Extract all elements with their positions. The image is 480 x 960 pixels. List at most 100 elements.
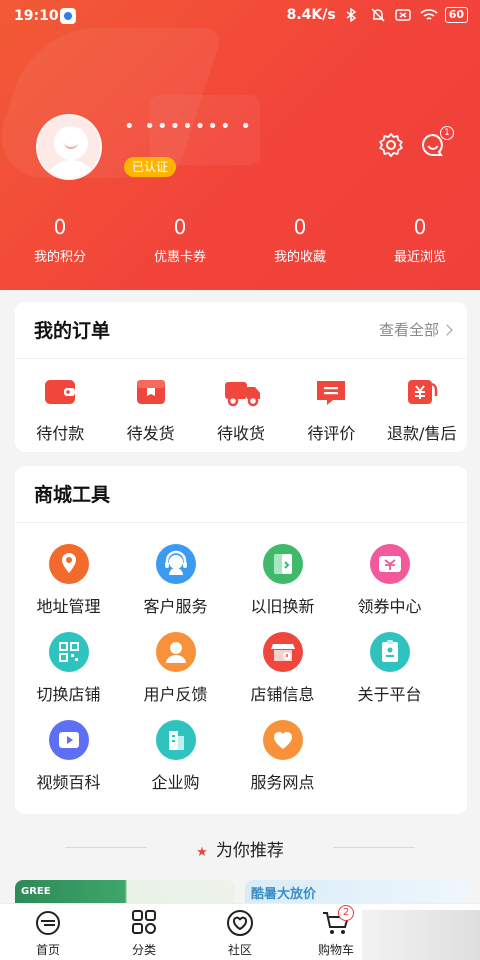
order-label: 待付款 <box>36 424 85 443</box>
tool-label: 地址管理 <box>36 597 101 616</box>
stat-label: 我的积分 <box>33 250 86 265</box>
stat-label: 我的收藏 <box>273 250 326 265</box>
tool-trade-in[interactable]: 以旧换新 <box>229 544 336 632</box>
tool-customer-service[interactable]: 客户服务 <box>122 544 229 632</box>
stat-label: 优惠卡券 <box>153 250 206 265</box>
see-all-orders-link[interactable]: 查看全部 <box>378 319 453 340</box>
mute-icon <box>370 8 386 22</box>
tool-label: 视频百科 <box>36 773 101 792</box>
tool-about[interactable]: 关于平台 <box>336 632 443 720</box>
message-smile-icon[interactable]: 1 <box>420 126 454 160</box>
status-time: 19:10 <box>14 8 59 24</box>
tool-label: 切换店铺 <box>36 685 101 704</box>
settings-gear-icon[interactable] <box>378 132 406 160</box>
overlay-shade <box>362 910 480 960</box>
tab-community[interactable]: 社区 <box>192 904 288 960</box>
order-pending-shipment[interactable]: 待发货 <box>105 376 195 444</box>
tool-video-wiki[interactable]: 视频百科 <box>15 720 122 808</box>
divider <box>15 522 467 523</box>
chevron-right-icon <box>441 323 453 336</box>
building-icon <box>155 720 196 760</box>
see-all-label: 查看全部 <box>378 321 439 339</box>
tool-label: 关于平台 <box>357 685 422 704</box>
coupon-icon <box>369 544 410 584</box>
comment-icon <box>313 376 349 408</box>
tool-label: 用户反馈 <box>143 685 208 704</box>
tab-category[interactable]: 分类 <box>96 904 192 960</box>
stat-coupons[interactable]: 0 优惠卡券 <box>120 214 240 265</box>
video-icon <box>48 720 89 760</box>
avatar[interactable] <box>36 114 102 180</box>
refund-icon <box>404 376 440 408</box>
tool-label: 企业购 <box>151 773 200 792</box>
tool-enterprise[interactable]: 企业购 <box>122 720 229 808</box>
stat-value: 0 <box>293 215 307 239</box>
battery-indicator: 60 <box>444 7 468 23</box>
product-banner[interactable]: GREE <box>15 880 235 905</box>
tool-coupon-center[interactable]: 领券中心 <box>336 544 443 632</box>
my-orders-card: 我的订单 查看全部 待付款 待发货 待收货 待评价 退款/售后 <box>15 302 467 452</box>
message-badge: 1 <box>440 126 454 140</box>
tool-address[interactable]: 地址管理 <box>15 544 122 632</box>
profile-header: 19:10 8.4K/s 60 • ••••••• • 已认证 1 0 我的积分… <box>0 0 480 290</box>
stat-value: 0 <box>413 215 427 239</box>
no-sim-icon <box>394 8 411 22</box>
headset-icon <box>155 544 196 584</box>
stat-points[interactable]: 0 我的积分 <box>0 214 120 265</box>
tab-home[interactable]: 首页 <box>0 904 96 960</box>
banner-text: 酷暑大放价 <box>251 887 317 902</box>
order-pending-review[interactable]: 待评价 <box>286 376 376 444</box>
recommend-header: ★ 为你推荐 <box>0 830 480 864</box>
qrcode-icon <box>48 632 89 672</box>
store-icon <box>262 632 303 672</box>
home-icon <box>33 909 63 937</box>
verified-badge: 已认证 <box>124 157 177 177</box>
cart-badge: 2 <box>338 905 354 921</box>
wallet-icon <box>42 376 78 408</box>
stat-value: 0 <box>53 215 67 239</box>
stat-favorites[interactable]: 0 我的收藏 <box>240 214 360 265</box>
stat-value: 0 <box>173 215 187 239</box>
app-notification-icon <box>60 8 76 24</box>
tool-service-outlets[interactable]: 服务网点 <box>229 720 336 808</box>
bluetooth-icon <box>345 7 361 23</box>
username[interactable]: • ••••••• • <box>124 116 253 137</box>
tab-label: 首页 <box>35 943 60 957</box>
product-banner[interactable]: 酷暑大放价 <box>245 880 467 905</box>
tool-label: 领券中心 <box>357 597 422 616</box>
order-pending-payment[interactable]: 待付款 <box>15 376 105 444</box>
stat-label: 最近浏览 <box>393 250 446 265</box>
order-label: 待评价 <box>307 424 356 443</box>
exchange-icon <box>262 544 303 584</box>
package-icon <box>133 376 169 408</box>
tool-store-info[interactable]: 店铺信息 <box>229 632 336 720</box>
order-refund[interactable]: 退款/售后 <box>377 376 467 444</box>
tool-switch-store[interactable]: 切换店铺 <box>15 632 122 720</box>
category-icon <box>129 909 159 937</box>
community-icon <box>225 909 255 937</box>
stats-row: 0 我的积分 0 优惠卡券 0 我的收藏 0 最近浏览 <box>0 214 480 265</box>
tool-feedback[interactable]: 用户反馈 <box>122 632 229 720</box>
orders-title: 我的订单 <box>34 320 111 342</box>
badge-icon <box>369 632 410 672</box>
tools-title: 商城工具 <box>34 484 111 506</box>
user-icon <box>155 632 196 672</box>
divider <box>15 358 467 359</box>
order-pending-receipt[interactable]: 待收货 <box>196 376 286 444</box>
tab-label: 社区 <box>227 943 252 957</box>
order-label: 待收货 <box>216 424 265 443</box>
order-label: 退款/售后 <box>387 424 457 443</box>
star-icon: ★ <box>196 845 208 860</box>
tab-label: 分类 <box>131 943 156 957</box>
order-label: 待发货 <box>126 424 175 443</box>
recommend-title: 为你推荐 <box>215 841 284 861</box>
stat-recent[interactable]: 0 最近浏览 <box>360 214 480 265</box>
truck-icon <box>223 376 260 408</box>
banner-text: GREE <box>21 886 51 897</box>
tool-label: 服务网点 <box>250 773 315 792</box>
tool-label: 店铺信息 <box>250 685 315 704</box>
tool-label: 客户服务 <box>143 597 208 616</box>
status-bar: 19:10 8.4K/s 60 <box>0 0 480 34</box>
heart-icon <box>262 720 303 760</box>
tool-label: 以旧换新 <box>250 597 315 616</box>
